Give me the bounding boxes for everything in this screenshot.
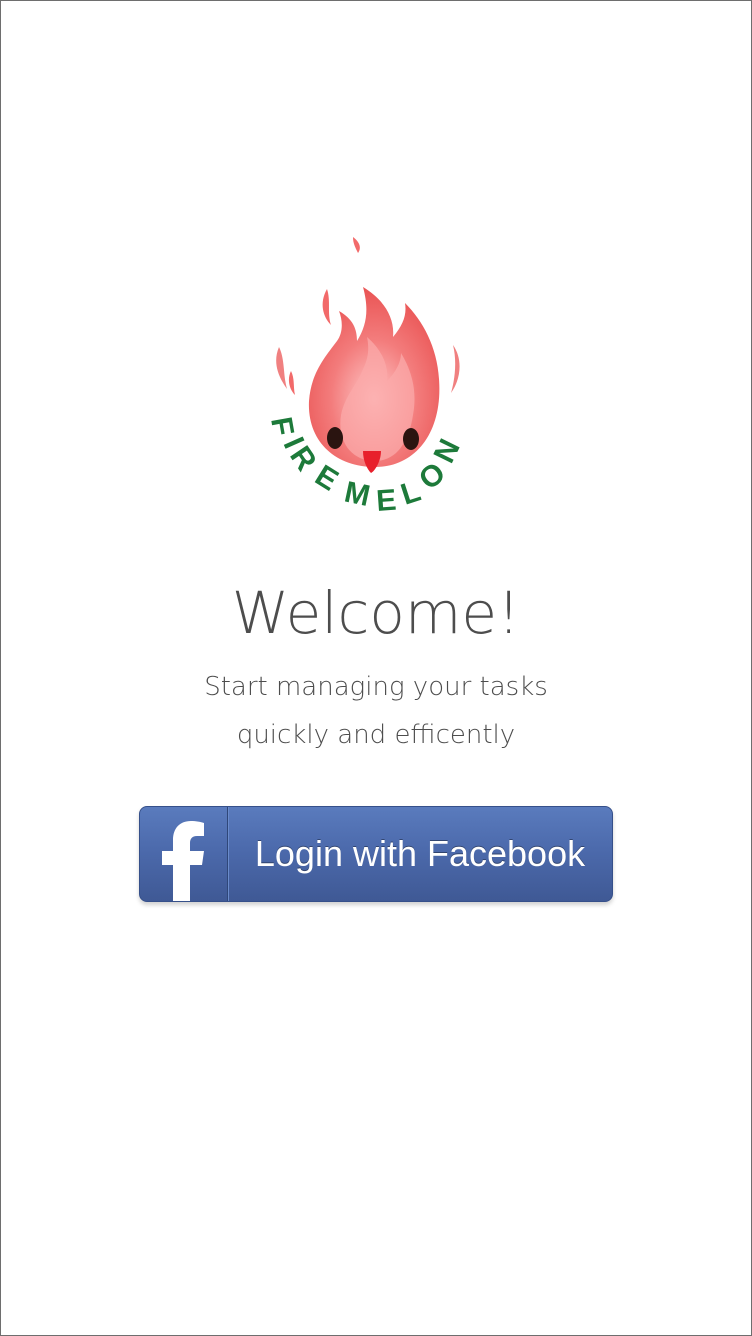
facebook-f-icon — [162, 821, 204, 901]
svg-text:F: F — [264, 414, 300, 438]
welcome-subtitle-line2: quickly and efficently — [236, 720, 516, 750]
svg-text:M: M — [342, 476, 373, 513]
firemelon-logo: F I R E M E L O N — [264, 237, 467, 518]
login-with-facebook-button[interactable]: Login with Facebook — [139, 806, 613, 902]
welcome-subtitle-line1: Start managing your tasks — [204, 672, 548, 702]
facebook-icon-cell — [140, 807, 228, 901]
svg-text:E: E — [309, 459, 343, 498]
svg-text:E: E — [375, 484, 397, 518]
facebook-button-label: Login with Facebook — [254, 833, 586, 874]
welcome-title: Welcome! — [231, 579, 521, 647]
welcome-screen: F I R E M E L O N Welcome! Start managin… — [0, 0, 752, 1336]
